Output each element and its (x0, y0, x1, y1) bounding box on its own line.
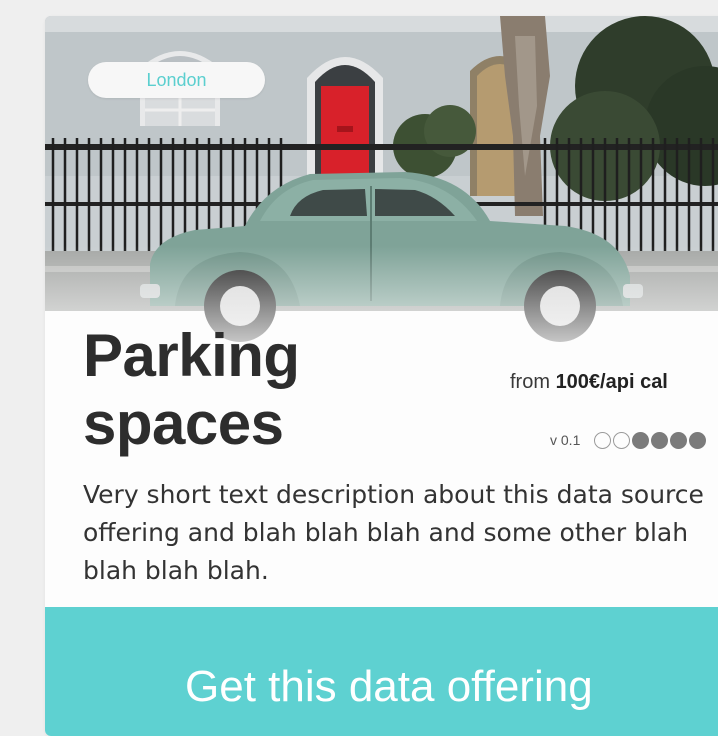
data-offering-card[interactable]: London Parking spaces from 100€/api cal … (45, 16, 718, 736)
rating-dot-icon (632, 431, 650, 449)
version-rating-row: v 0.1 (550, 426, 708, 454)
offering-title: Parking spaces (83, 322, 300, 457)
offering-description: Very short text description about this d… (83, 480, 704, 585)
rating-dot-icon (670, 431, 688, 449)
rating-dot-icon (651, 431, 669, 449)
price-value: 100€/api cal (555, 371, 668, 393)
rating-dot-icon (613, 431, 631, 449)
rating-dots (594, 431, 708, 449)
version-label: v 0.1 (550, 432, 581, 448)
rating-dot-icon (594, 431, 612, 449)
rating-dot-icon (689, 431, 707, 449)
price-prefix: from (510, 371, 550, 393)
location-tag[interactable]: London (88, 62, 265, 98)
price-label: from 100€/api cal (510, 371, 668, 394)
get-data-offering-button[interactable]: Get this data offering (45, 607, 718, 736)
